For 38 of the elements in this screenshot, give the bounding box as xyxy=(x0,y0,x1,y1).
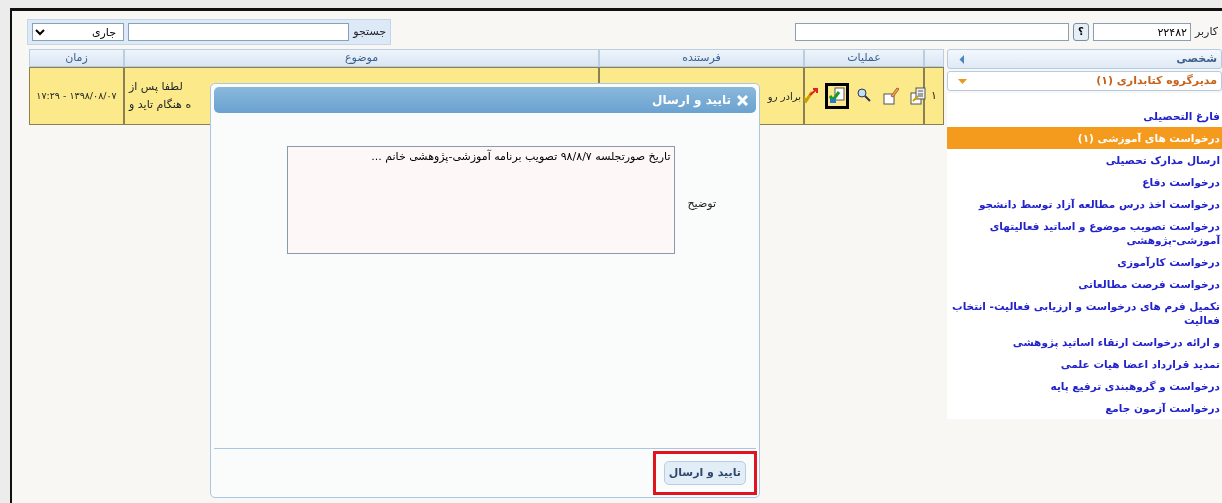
close-icon[interactable] xyxy=(737,94,748,106)
column-header: موضوع xyxy=(124,49,599,67)
user-id-field[interactable]: ۲۲۴۸۲ xyxy=(1092,23,1191,41)
column-header: فرستنده xyxy=(599,49,804,67)
table-cell: ۱ xyxy=(924,67,944,125)
sidebar-link[interactable]: ارسال مدارک تحصیلی xyxy=(947,149,1222,171)
document-calculator-icon[interactable] xyxy=(910,87,926,105)
sidebar-link[interactable]: و ارائه درخواست ارتقاء اساتید پژوهشی xyxy=(947,331,1222,353)
filter-dropdown[interactable]: جاری xyxy=(32,23,124,41)
sidebar-link[interactable]: درخواست کارآموزی xyxy=(947,251,1222,273)
column-header: زمان xyxy=(29,49,124,67)
caret-icon[interactable] xyxy=(958,54,967,64)
user-label: کاربر xyxy=(1194,23,1218,40)
accordion-header[interactable]: شخصی xyxy=(947,49,1222,69)
sidebar-link[interactable]: درخواست آزمون جامع xyxy=(947,397,1222,419)
sidebar-link[interactable]: فارغ التحصیلی xyxy=(947,105,1222,127)
user-name-field[interactable] xyxy=(794,23,1069,41)
sidebar-link[interactable]: تمدید قرارداد اعضا هیات علمی xyxy=(947,353,1222,375)
table-cell: ۱۳۹۸/۰۸/۰۷ - ۱۷:۲۹ xyxy=(29,67,124,125)
sidebar-link[interactable]: درخواست دفاع xyxy=(947,171,1222,193)
sidebar-link[interactable]: درخواست و گروهبندی ترفیع پایه xyxy=(947,375,1222,397)
description-field[interactable]: تاریخ صورتجلسه ۹۸/۸/۷ تصویب برنامه آموزشی-پژوهشی خانم ... xyxy=(287,146,676,254)
pencil-document-icon[interactable] xyxy=(883,87,899,105)
help-button[interactable]: ؟ xyxy=(1072,23,1089,41)
header-cell xyxy=(924,49,944,67)
confirm-send-button[interactable]: تایید و ارسال xyxy=(663,460,746,486)
column-header: عملیات xyxy=(804,49,924,67)
caret-icon[interactable] xyxy=(958,76,967,86)
field-label: توضیح xyxy=(687,196,716,212)
sidebar-link[interactable]: تکمیل فرم های درخواست و ارزیابی فعالیت- انتخاب فعالیت xyxy=(947,295,1222,331)
search-bar: جستجو جاری xyxy=(27,19,391,45)
sidebar-link[interactable]: درخواست اخذ درس مطالعه آزاد توسط دانشجو xyxy=(947,193,1222,215)
accordion-header[interactable]: مدیرگروه کتابداری (۱) xyxy=(947,71,1222,91)
check-document-icon[interactable] xyxy=(829,87,845,105)
dialog-title-bar: تایید و ارسال xyxy=(214,87,756,113)
sidebar-link[interactable]: درخواست تصویب موضوع و اساتید فعالیتهای آموزشی-پژوهشی xyxy=(947,215,1222,251)
search-field[interactable] xyxy=(128,23,350,41)
sidebar-link[interactable]: درخواست فرصت مطالعاتی xyxy=(947,273,1222,295)
